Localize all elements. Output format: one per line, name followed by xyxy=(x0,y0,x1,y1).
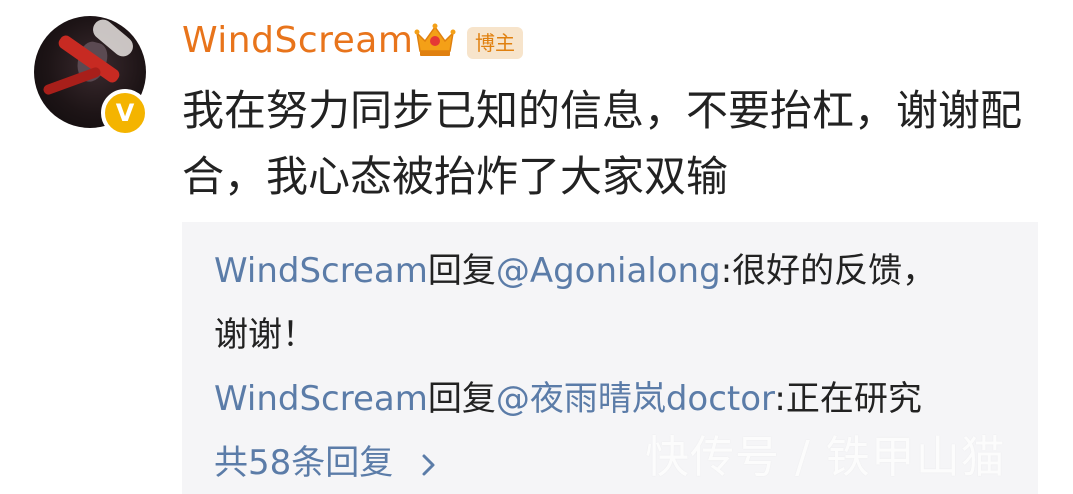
more-replies-link[interactable]: 共58条回复 xyxy=(214,438,440,488)
reply-verb: 回复 xyxy=(427,379,496,419)
reply-author[interactable]: WindScream xyxy=(214,251,428,291)
reply-text: 很好的反馈， xyxy=(732,251,937,291)
reply-text: 正在研究 xyxy=(785,379,922,419)
verified-badge-icon: V xyxy=(101,89,149,137)
reply-separator: : xyxy=(720,251,733,291)
post-text: 我在努力同步已知的信息，不要抬杠，谢谢配合，我心态被抬炸了大家双输 xyxy=(182,86,1023,201)
username[interactable]: WindScream xyxy=(182,18,413,64)
reply-verb: 回复 xyxy=(427,251,496,291)
reply-separator: : xyxy=(774,379,786,419)
more-replies-label: 共58条回复 xyxy=(214,443,394,483)
blogger-badge: 博主 xyxy=(467,27,523,59)
reply-mention[interactable]: @Agonialong xyxy=(496,251,721,291)
reply-item[interactable]: WindScream回复@夜雨晴岚doctor:正在研究 xyxy=(214,370,922,428)
reply-item[interactable]: WindScream回复@Agonialong:很好的反馈， xyxy=(214,242,936,300)
reply-author[interactable]: WindScream xyxy=(214,379,428,419)
watermark: 快传号 / 铁甲山猫 xyxy=(645,432,1006,483)
crown-icon[interactable] xyxy=(413,19,457,59)
reply-text-continued: 谢谢！ xyxy=(214,315,316,355)
chevron-right-icon xyxy=(422,454,435,475)
reply-mention[interactable]: @夜雨晴岚doctor xyxy=(496,379,775,419)
